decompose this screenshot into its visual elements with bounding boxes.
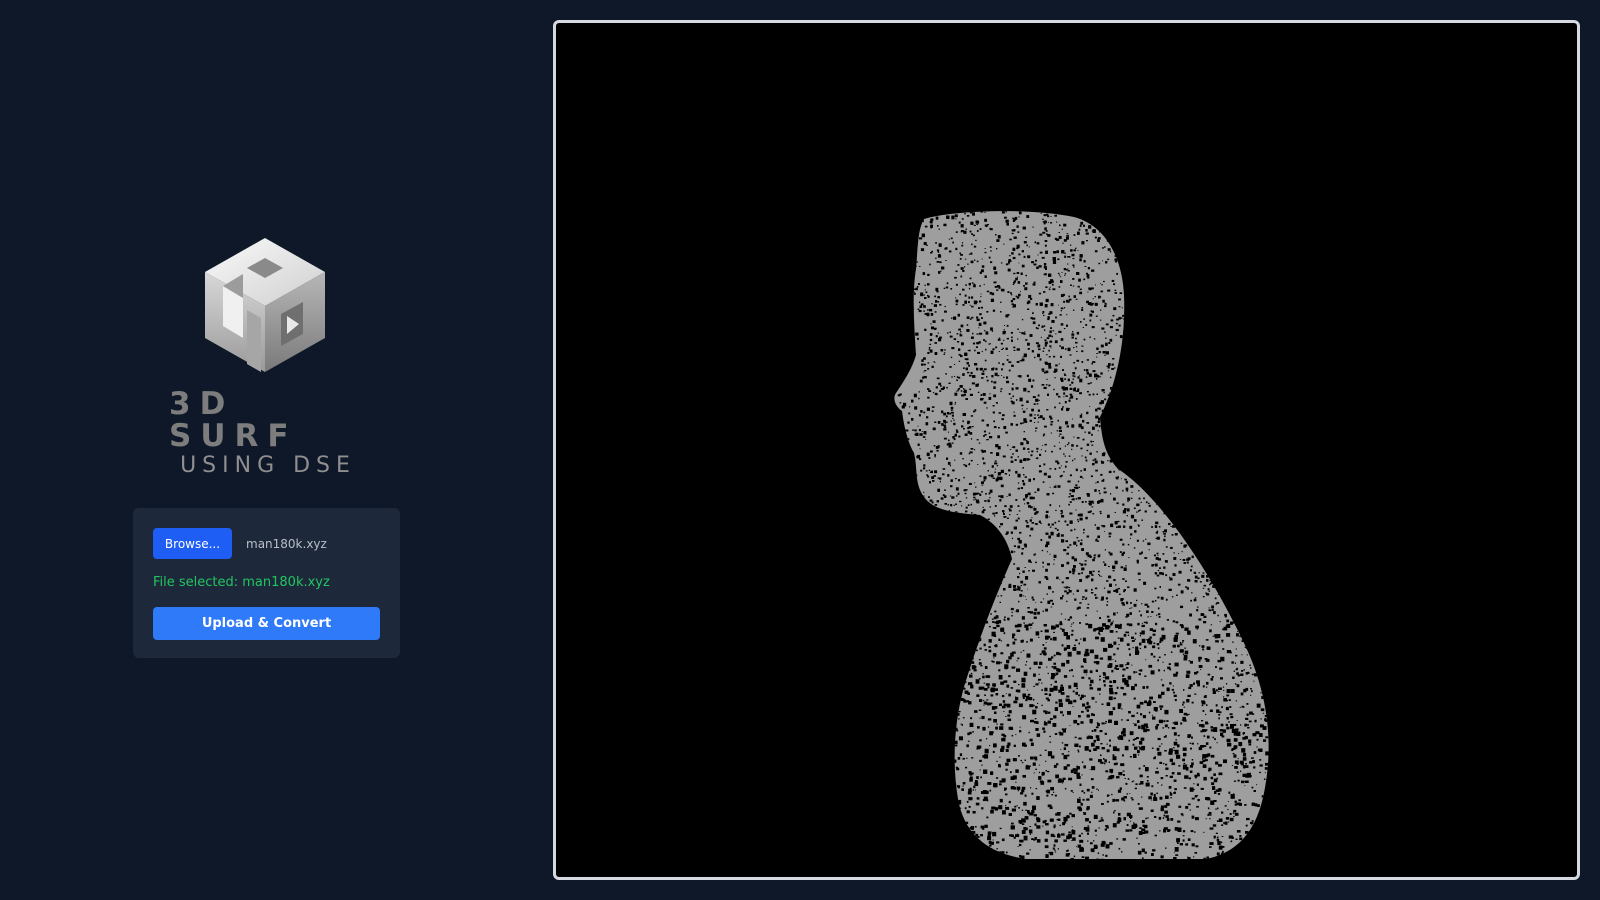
point-cloud-viewer[interactable] <box>553 20 1580 880</box>
brand-logo: 3D SURF USING DSE <box>160 238 370 478</box>
brand-title: 3D SURF <box>169 386 298 454</box>
app-root: 3D SURF USING DSE Browse... man180k.xyz … <box>0 0 1600 900</box>
file-picker: Browse... man180k.xyz <box>153 528 380 559</box>
upload-convert-button[interactable]: Upload & Convert <box>153 607 380 640</box>
browse-button[interactable]: Browse... <box>153 528 232 559</box>
point-cloud-render <box>894 211 1269 859</box>
upload-card: Browse... man180k.xyz File selected: man… <box>133 508 400 658</box>
cube-logo-icon <box>205 238 325 372</box>
selected-file-name: man180k.xyz <box>246 536 327 551</box>
file-status-message: File selected: man180k.xyz <box>153 575 330 590</box>
brand-subtitle: USING DSE <box>180 453 356 478</box>
